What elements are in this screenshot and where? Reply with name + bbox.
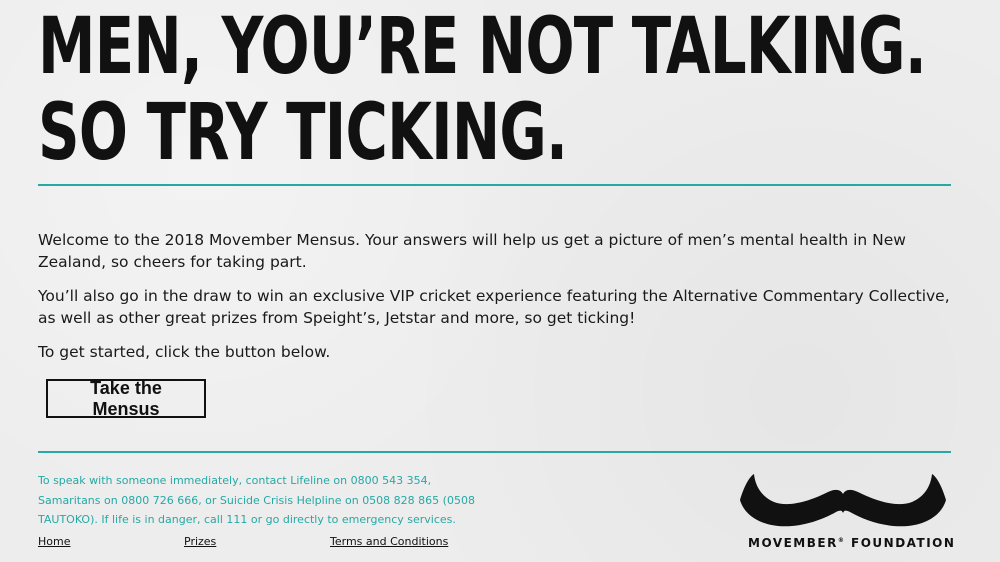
footer-link-prizes[interactable]: Prizes [184, 535, 216, 548]
page-title: MEN, YOU’RE NOT TALKING. SO TRY TICKING. [38, 0, 927, 178]
page-content: MEN, YOU’RE NOT TALKING. SO TRY TICKING.… [38, 0, 951, 548]
intro-section: Welcome to the 2018 Movember Mensus. You… [38, 229, 951, 375]
movember-foundation-wordmark: MOVEMBER® FOUNDATION [748, 536, 956, 550]
intro-paragraph-instruction: To get started, click the button below. [38, 343, 331, 361]
crisis-help-text: To speak with someone immediately, conta… [38, 474, 475, 526]
footer-link-terms[interactable]: Terms and Conditions [330, 535, 448, 548]
divider-top [38, 184, 951, 186]
intro-paragraph-welcome: Welcome to the 2018 Movember Mensus. You… [38, 231, 906, 271]
headline-line-1: MEN, YOU’RE NOT TALKING. [38, 2, 927, 92]
headline-line-2: SO TRY TICKING. [38, 88, 568, 178]
footer-link-home[interactable]: Home [38, 535, 70, 548]
take-mensus-button[interactable]: Take the Mensus [46, 378, 206, 419]
intro-paragraph-prizes: You’ll also go in the draw to win an exc… [38, 287, 950, 327]
divider-bottom [38, 451, 951, 453]
